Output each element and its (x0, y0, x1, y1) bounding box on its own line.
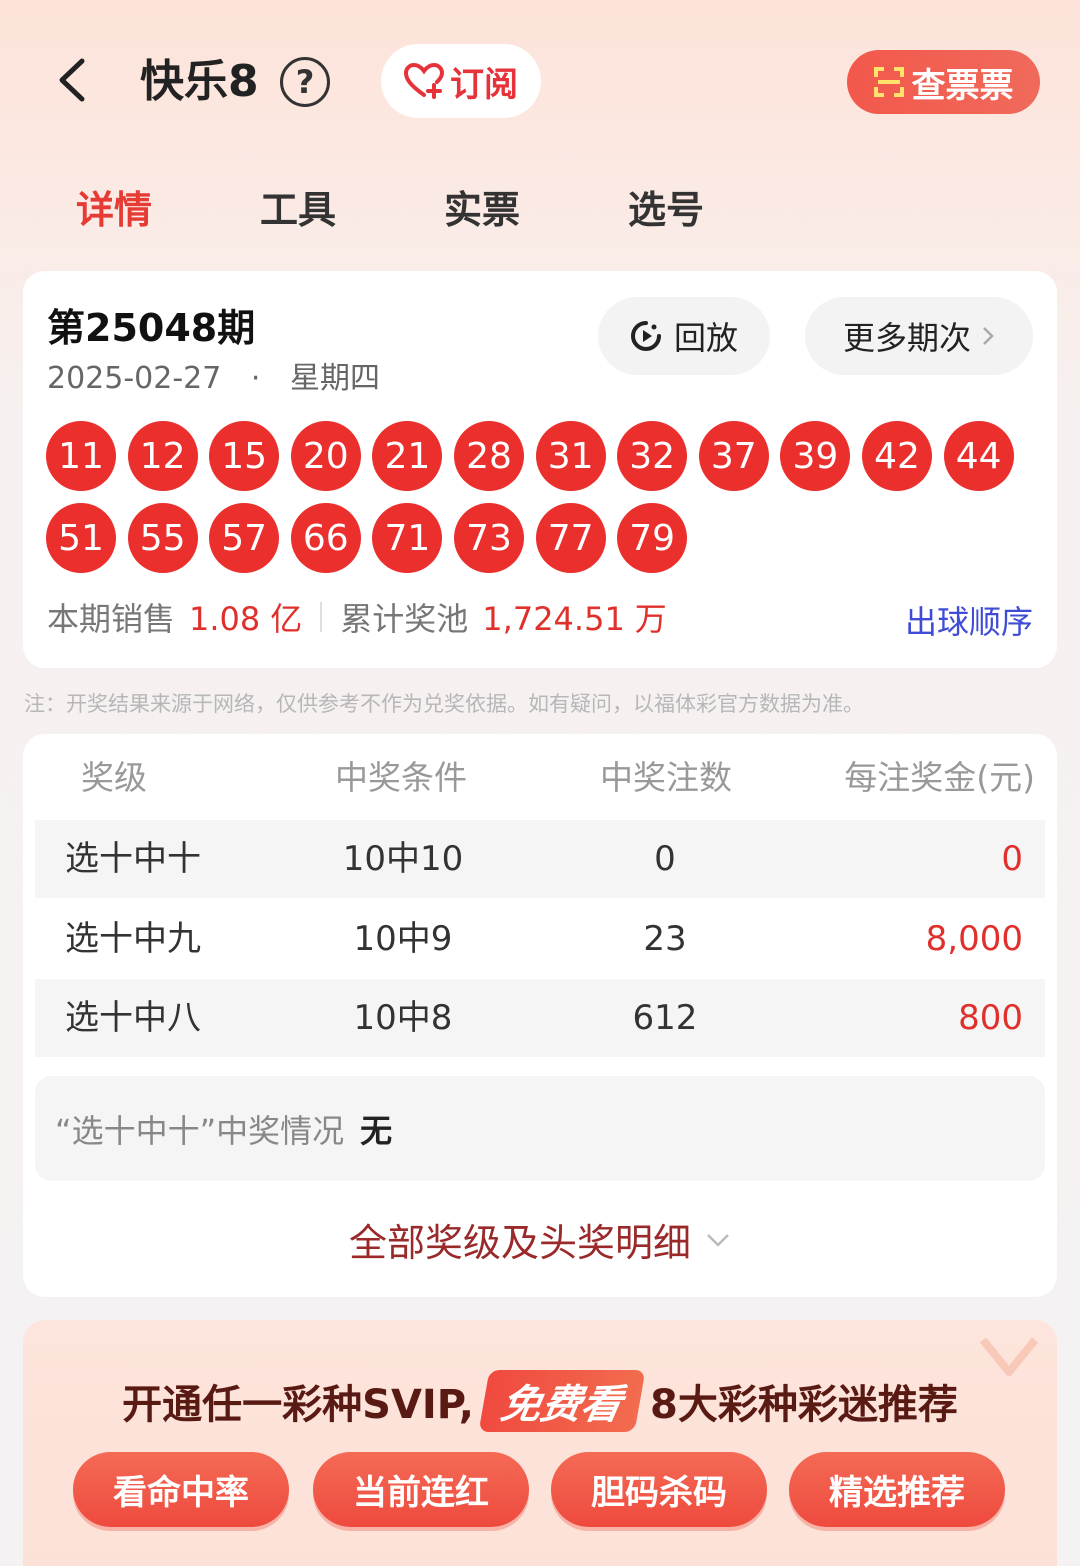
number-ball: 77 (535, 503, 606, 573)
svip-promo-banner[interactable]: 开通任一彩种SVIP, 免费看 8大彩种彩迷推荐 看命中率 当前连红 胆码杀码 … (23, 1320, 1057, 1566)
tab-pick-numbers[interactable]: 选号 (628, 180, 704, 240)
help-icon[interactable]: ? (280, 57, 330, 107)
draw-date: 2025-02-27 (47, 361, 222, 396)
sales-line: 本期销售 1.08 亿 累计奖池 1,724.51 万 (47, 594, 667, 640)
replay-label: 回放 (673, 319, 738, 357)
number-ball: 12 (127, 421, 198, 491)
check-ticket-label: 查票票 (911, 65, 1014, 106)
page-title: 快乐8 (140, 56, 259, 107)
disclaimer-note: 注：开奖结果来源于网络，仅供参考不作为兑奖依据。如有疑问，以福体彩官方数据为准。 (24, 692, 864, 716)
tab-tools[interactable]: 工具 (260, 180, 336, 240)
subscribe-button[interactable]: 订阅 (381, 44, 541, 118)
winning-streak-button[interactable]: 当前连红 (313, 1452, 529, 1527)
tab-real-tickets[interactable]: 实票 (444, 180, 520, 240)
tab-bar: 详情 工具 实票 选号 (0, 180, 1080, 240)
header-condition: 中奖条件 (335, 758, 467, 797)
all-prize-details-link[interactable]: 全部奖级及头奖明细 (23, 1212, 1057, 1267)
promo-title-post: 8大彩种彩迷推荐 (649, 1382, 958, 1428)
number-ball: 73 (454, 503, 524, 573)
row-count: 23 (643, 919, 687, 959)
top-prize-summary: “选十中十”中奖情况 无 (35, 1076, 1045, 1181)
row-amount: 0 (1001, 839, 1023, 879)
row-count: 0 (654, 839, 676, 879)
sales-unit: 亿 (270, 600, 303, 638)
promo-buttons: 看命中率 当前连红 胆码杀码 精选推荐 (73, 1452, 1013, 1527)
row-level: 选十中九 (65, 919, 201, 959)
row-condition: 10中10 (342, 839, 464, 879)
number-ball: 66 (290, 503, 361, 573)
promo-title: 开通任一彩种SVIP, 免费看 8大彩种彩迷推荐 (23, 1370, 1057, 1432)
promo-free-badge: 免费看 (478, 1370, 646, 1432)
key-numbers-button[interactable]: 胆码杀码 (551, 1452, 767, 1527)
number-ball: 44 (943, 421, 1014, 491)
sales-label: 本期销售 (47, 600, 176, 638)
header-level: 奖级 (81, 758, 147, 797)
number-ball: 37 (698, 421, 769, 491)
separator-dot: · (250, 361, 261, 396)
summary-value: 无 (360, 1111, 393, 1150)
row-condition: 10中9 (353, 919, 453, 959)
number-ball: 31 (535, 421, 606, 491)
detail-link-label: 全部奖级及头奖明细 (348, 1221, 691, 1265)
chevron-right-icon (983, 327, 994, 345)
number-ball: 11 (46, 421, 116, 491)
top-bar: 快乐8 ? 订阅 查票票 (0, 0, 1080, 160)
header-count: 中奖注数 (600, 758, 732, 797)
divider (320, 602, 323, 632)
row-level: 选十中八 (65, 998, 201, 1038)
number-ball: 21 (372, 421, 443, 491)
draw-weekday: 星期四 (290, 361, 380, 396)
tab-details[interactable]: 详情 (76, 180, 152, 240)
draw-result-card: 第25048期 2025-02-27 · 星期四 回放 更多期次 11 12 15 2… (23, 271, 1057, 668)
number-ball: 71 (372, 503, 443, 573)
check-ticket-button[interactable]: 查票票 (847, 50, 1040, 114)
issue-number: 第25048期 (47, 306, 256, 350)
table-header: 奖级 中奖条件 中奖注数 每注奖金(元) (23, 752, 1057, 804)
pool-unit: 万 (634, 600, 667, 638)
chevron-left-icon (59, 58, 85, 102)
draw-date-line: 2025-02-27 · 星期四 (47, 353, 380, 397)
number-ball: 79 (617, 503, 688, 573)
row-level: 选十中十 (65, 839, 201, 879)
heart-plus-icon (404, 63, 444, 99)
chevron-down-icon (707, 1233, 729, 1247)
pool-value: 1,724.51 (482, 600, 625, 638)
summary-label: “选十中十”中奖情况 (55, 1111, 345, 1150)
number-ball: 15 (209, 421, 280, 491)
number-ball: 28 (454, 421, 524, 491)
table-row: 选十中十 10中10 0 0 (35, 820, 1045, 898)
sales-value: 1.08 (189, 600, 261, 638)
replay-icon (630, 321, 661, 351)
more-issues-button[interactable]: 更多期次 (805, 297, 1033, 375)
pool-label: 累计奖池 (340, 600, 469, 638)
table-row: 选十中八 10中8 612 800 (35, 979, 1045, 1057)
header-amount: 每注奖金(元) (844, 758, 1035, 797)
featured-picks-button[interactable]: 精选推荐 (789, 1452, 1005, 1527)
subscribe-label: 订阅 (450, 64, 518, 105)
row-count: 612 (632, 998, 698, 1038)
scan-icon (873, 67, 904, 97)
number-ball: 55 (127, 503, 198, 573)
promo-title-pre: 开通任一彩种SVIP, (122, 1382, 474, 1428)
number-ball: 39 (780, 421, 851, 491)
hit-rate-button[interactable]: 看命中率 (73, 1452, 289, 1527)
back-button[interactable] (44, 52, 100, 108)
row-condition: 10中8 (353, 998, 453, 1038)
row-amount: 8,000 (925, 919, 1023, 959)
prize-table-card: 奖级 中奖条件 中奖注数 每注奖金(元) 选十中十 10中10 0 0 选十中九… (23, 734, 1057, 1297)
row-amount: 800 (958, 998, 1023, 1038)
draw-order-link[interactable]: 出球顺序 (905, 597, 1033, 643)
number-ball: 57 (209, 503, 280, 573)
number-ball: 32 (617, 421, 688, 491)
number-ball: 42 (862, 421, 932, 491)
replay-button[interactable]: 回放 (598, 297, 770, 375)
number-ball: 51 (46, 503, 116, 573)
number-ball: 20 (290, 421, 361, 491)
more-issues-label: 更多期次 (842, 319, 971, 357)
table-row: 选十中九 10中9 23 8,000 (35, 900, 1045, 978)
